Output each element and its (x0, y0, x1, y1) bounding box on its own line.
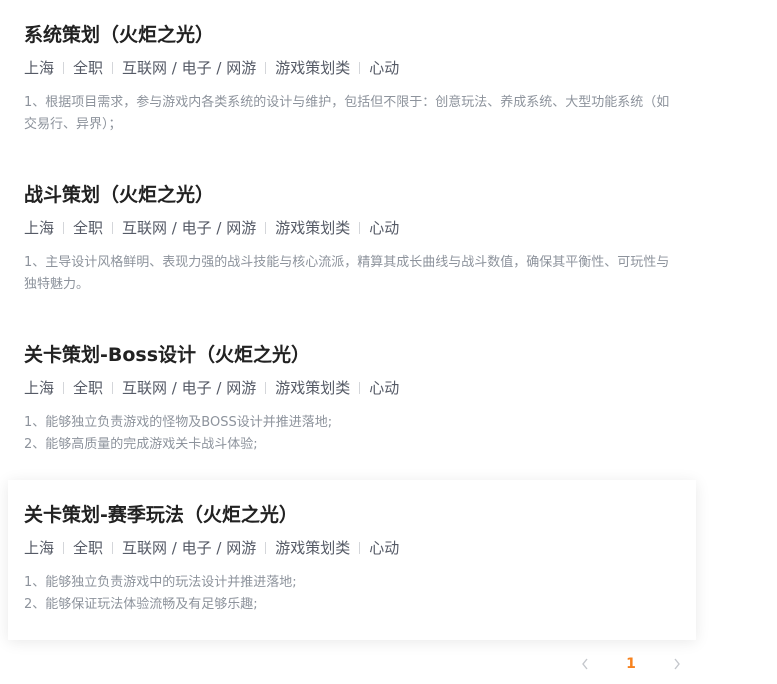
job-description: 1、能够独立负责游戏中的玩法设计并推进落地; 2、能够保证玩法体验流畅及有足够乐… (24, 572, 680, 616)
meta-divider (359, 542, 361, 554)
meta-divider (112, 62, 114, 74)
job-industry: 互联网 / 电子 / 网游 (122, 219, 257, 237)
job-description: 1、能够独立负责游戏的怪物及BOSS设计并推进落地; 2、能够高质量的完成游戏关… (24, 412, 680, 456)
chevron-left-icon-graphic (582, 658, 588, 670)
job-card[interactable]: 系统策划（火炬之光） 上海 全职 互联网 / 电子 / 网游 游戏策划类 心动 … (8, 0, 696, 160)
job-description-line: 2、能够保证玩法体验流畅及有足够乐趣; (24, 597, 258, 612)
job-card[interactable]: 战斗策划（火炬之光） 上海 全职 互联网 / 电子 / 网游 游戏策划类 心动 … (8, 160, 696, 320)
page-number-current[interactable]: 1 (609, 652, 653, 676)
job-company: 心动 (369, 379, 400, 397)
meta-divider (112, 222, 114, 234)
job-title[interactable]: 系统策划（火炬之光） (24, 20, 680, 50)
job-industry: 互联网 / 电子 / 网游 (122, 379, 257, 397)
job-meta: 上海 全职 互联网 / 电子 / 网游 游戏策划类 心动 (24, 216, 680, 240)
meta-divider (265, 542, 267, 554)
job-company: 心动 (369, 219, 400, 237)
job-company: 心动 (369, 59, 400, 77)
meta-divider (359, 222, 361, 234)
meta-divider (359, 62, 361, 74)
meta-divider (63, 542, 65, 554)
job-title[interactable]: 关卡策划-赛季玩法（火炬之光） (24, 500, 680, 530)
pagination: 1 (572, 652, 690, 676)
job-meta: 上海 全职 互联网 / 电子 / 网游 游戏策划类 心动 (24, 376, 680, 400)
meta-divider (265, 382, 267, 394)
job-listing-page: 系统策划（火炬之光） 上海 全职 互联网 / 电子 / 网游 游戏策划类 心动 … (0, 0, 777, 684)
job-description-line: 2、能够高质量的完成游戏关卡战斗体验; (24, 437, 258, 452)
job-title[interactable]: 战斗策划（火炬之光） (24, 180, 680, 210)
job-industry: 互联网 / 电子 / 网游 (122, 539, 257, 557)
job-description: 1、主导设计风格鲜明、表现力强的战斗技能与核心流派，精算其成长曲线与战斗数值，确… (24, 252, 680, 296)
job-description-line: 1、主导设计风格鲜明、表现力强的战斗技能与核心流派，精算其成长曲线与战斗数值，确… (24, 255, 670, 292)
job-type: 全职 (73, 219, 104, 237)
meta-divider (359, 382, 361, 394)
job-description-line: 1、能够独立负责游戏中的玩法设计并推进落地; (24, 575, 297, 590)
meta-divider (63, 382, 65, 394)
meta-divider (112, 542, 114, 554)
job-location: 上海 (24, 379, 55, 397)
job-description-line: 1、能够独立负责游戏的怪物及BOSS设计并推进落地; (24, 415, 333, 430)
chevron-right-icon-graphic (674, 658, 680, 670)
job-card[interactable]: 关卡策划-赛季玩法（火炬之光） 上海 全职 互联网 / 电子 / 网游 游戏策划… (8, 480, 696, 640)
meta-divider (63, 222, 65, 234)
job-category: 游戏策划类 (275, 219, 351, 237)
job-card[interactable]: 关卡策划-Boss设计（火炬之光） 上海 全职 互联网 / 电子 / 网游 游戏… (8, 320, 696, 480)
chevron-left-icon[interactable] (572, 652, 598, 676)
meta-divider (265, 62, 267, 74)
meta-divider (265, 222, 267, 234)
job-type: 全职 (73, 379, 104, 397)
job-category: 游戏策划类 (275, 379, 351, 397)
job-meta: 上海 全职 互联网 / 电子 / 网游 游戏策划类 心动 (24, 56, 680, 80)
job-description: 1、根据项目需求，参与游戏内各类系统的设计与维护，包括但不限于：创意玩法、养成系… (24, 92, 680, 136)
job-list: 系统策划（火炬之光） 上海 全职 互联网 / 电子 / 网游 游戏策划类 心动 … (8, 0, 696, 640)
job-location: 上海 (24, 59, 55, 77)
meta-divider (63, 62, 65, 74)
job-category: 游戏策划类 (275, 59, 351, 77)
job-description-line: 1、根据项目需求，参与游戏内各类系统的设计与维护，包括但不限于：创意玩法、养成系… (24, 95, 670, 132)
job-location: 上海 (24, 219, 55, 237)
job-title[interactable]: 关卡策划-Boss设计（火炬之光） (24, 340, 680, 370)
chevron-right-icon[interactable] (664, 652, 690, 676)
job-company: 心动 (369, 539, 400, 557)
meta-divider (112, 382, 114, 394)
job-meta: 上海 全职 互联网 / 电子 / 网游 游戏策划类 心动 (24, 536, 680, 560)
job-location: 上海 (24, 539, 55, 557)
job-type: 全职 (73, 59, 104, 77)
job-category: 游戏策划类 (275, 539, 351, 557)
job-type: 全职 (73, 539, 104, 557)
job-industry: 互联网 / 电子 / 网游 (122, 59, 257, 77)
